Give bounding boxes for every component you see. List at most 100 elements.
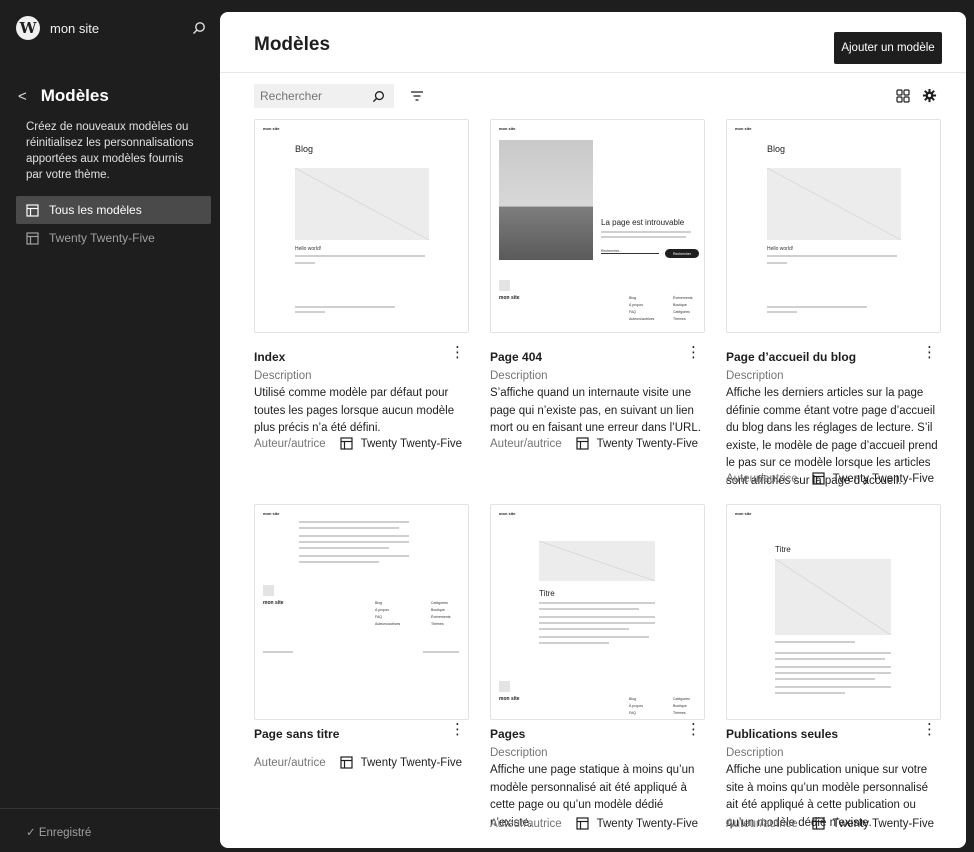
search-icon[interactable] [192, 21, 206, 35]
preview-text-line [767, 255, 897, 257]
preview-text-line [295, 255, 425, 257]
preview-page-title: Titre [539, 589, 555, 598]
preview-logo-placeholder [499, 681, 510, 692]
preview-site-title: mon site [499, 126, 516, 131]
template-author: Auteur/autrice Twenty Twenty-Five [490, 817, 698, 830]
preview-footer-link: Blog [629, 697, 637, 701]
preview-search-button: Rechercher [665, 249, 699, 258]
sidebar-title: Modèles [40, 86, 109, 105]
template-name[interactable]: Page d’accueil du blog [726, 350, 856, 364]
add-template-button[interactable]: Ajouter un modèle [834, 32, 942, 64]
layout-icon [576, 817, 589, 830]
layout-icon [340, 756, 353, 769]
more-vertical-icon[interactable]: ⋮ [922, 345, 937, 360]
template-preview[interactable]: mon site mon site Blog À propos FAQ Aute… [254, 504, 469, 720]
sidebar-item-twenty-twenty-five[interactable]: Twenty Twenty-Five [16, 224, 211, 252]
preview-search-field: Rechercher... [601, 249, 659, 254]
preview-text-line [775, 652, 891, 654]
preview-image-placeholder [295, 168, 429, 240]
layout-icon [812, 817, 825, 830]
preview-text-line [299, 541, 409, 543]
preview-post-title: Hello world! [767, 246, 794, 252]
template-preview[interactable]: mon site Blog Hello world! [726, 119, 941, 333]
grid-view-icon[interactable] [896, 89, 910, 103]
preview-text-line [299, 547, 389, 549]
more-vertical-icon[interactable]: ⋮ [450, 345, 465, 360]
preview-text-line [601, 231, 691, 233]
description-label: Description [726, 370, 784, 382]
preview-footer-link: FAQ [375, 615, 383, 619]
gear-icon[interactable] [922, 88, 937, 103]
sidebar-item-label: Tous les modèles [49, 203, 142, 217]
sidebar-item-all-templates[interactable]: Tous les modèles [16, 196, 211, 224]
preview-site-title: mon site [735, 126, 752, 131]
preview-footer-link: Thèmes [673, 711, 686, 715]
template-preview[interactable]: mon site Blog Hello world! [254, 119, 469, 333]
preview-image-placeholder [539, 541, 655, 581]
preview-text-line [539, 622, 655, 624]
search-icon[interactable] [372, 90, 385, 103]
author-label: Auteur/autrice [490, 817, 562, 830]
more-vertical-icon[interactable]: ⋮ [686, 722, 701, 737]
preview-text-line [539, 616, 655, 618]
preview-text-line [263, 651, 293, 653]
page-title: Modèles [254, 34, 331, 55]
author-label: Auteur/autrice [254, 756, 326, 769]
template-name[interactable]: Page sans titre [254, 727, 339, 741]
author-name: Twenty Twenty-Five [832, 472, 935, 485]
preview-text-line [539, 602, 655, 604]
preview-footer-link: Blog [629, 296, 637, 300]
funnel-icon[interactable] [410, 89, 424, 103]
site-name[interactable]: mon site [50, 21, 192, 36]
preview-heading: Blog [767, 144, 786, 154]
description-label: Description [490, 370, 548, 382]
preview-site-title: mon site [735, 511, 752, 516]
preview-text-line [775, 678, 875, 680]
preview-text-line [539, 628, 629, 630]
author-label: Auteur/autrice [490, 437, 562, 450]
preview-page-title: Titre [775, 545, 791, 554]
more-vertical-icon[interactable]: ⋮ [686, 345, 701, 360]
preview-text-line [539, 636, 649, 638]
search-input[interactable] [254, 88, 372, 104]
sidebar-title-row: < Modèles [18, 86, 109, 106]
template-preview[interactable]: mon site Titre mon site Blog À propos FA… [490, 504, 705, 720]
search-field[interactable] [254, 84, 394, 108]
preview-footer-link: Thèmes [673, 317, 686, 321]
more-vertical-icon[interactable]: ⋮ [922, 722, 937, 737]
preview-text-line [601, 236, 686, 238]
template-name[interactable]: Pages [490, 727, 525, 741]
wordpress-logo-icon[interactable]: W [16, 16, 40, 40]
preview-image-placeholder [767, 168, 901, 240]
description-label: Description [254, 370, 312, 382]
sidebar: W mon site < Modèles Créez de nouveaux m… [0, 0, 220, 852]
template-name[interactable]: Publications seules [726, 727, 838, 741]
layout-icon [26, 231, 39, 245]
preview-text-line [767, 311, 797, 313]
preview-footer-link: À propos [375, 608, 390, 612]
template-author: Auteur/autrice Twenty Twenty-Five [490, 437, 698, 450]
preview-text-line [299, 561, 379, 563]
preview-text-line [299, 535, 409, 537]
more-vertical-icon[interactable]: ⋮ [450, 722, 465, 737]
preview-text-line [295, 262, 315, 264]
chevron-left-icon[interactable]: < [18, 88, 27, 105]
template-preview[interactable]: mon site Titre [726, 504, 941, 720]
author-label: Auteur/autrice [726, 472, 798, 485]
layout-icon [576, 437, 589, 450]
template-name[interactable]: Page 404 [490, 350, 542, 364]
preview-text-line [295, 311, 325, 313]
template-author: Auteur/autrice Twenty Twenty-Five [726, 472, 934, 485]
preview-footer-link: Évènements [673, 296, 693, 300]
preview-text-line [767, 306, 867, 308]
template-name[interactable]: Index [254, 350, 285, 364]
preview-text-line [775, 672, 891, 674]
preview-site-title: mon site [499, 696, 520, 702]
template-description: S’affiche quand un internaute visite une… [490, 387, 701, 434]
template-preview[interactable]: mon site La page est introuvable Recherc… [490, 119, 705, 333]
page-header: Modèles Ajouter un modèle [220, 12, 966, 73]
author-name: Twenty Twenty-Five [360, 756, 463, 769]
preview-footer-link: Blog [375, 601, 383, 605]
template-author: Auteur/autrice Twenty Twenty-Five [254, 756, 462, 769]
site-header: W mon site [16, 14, 206, 42]
